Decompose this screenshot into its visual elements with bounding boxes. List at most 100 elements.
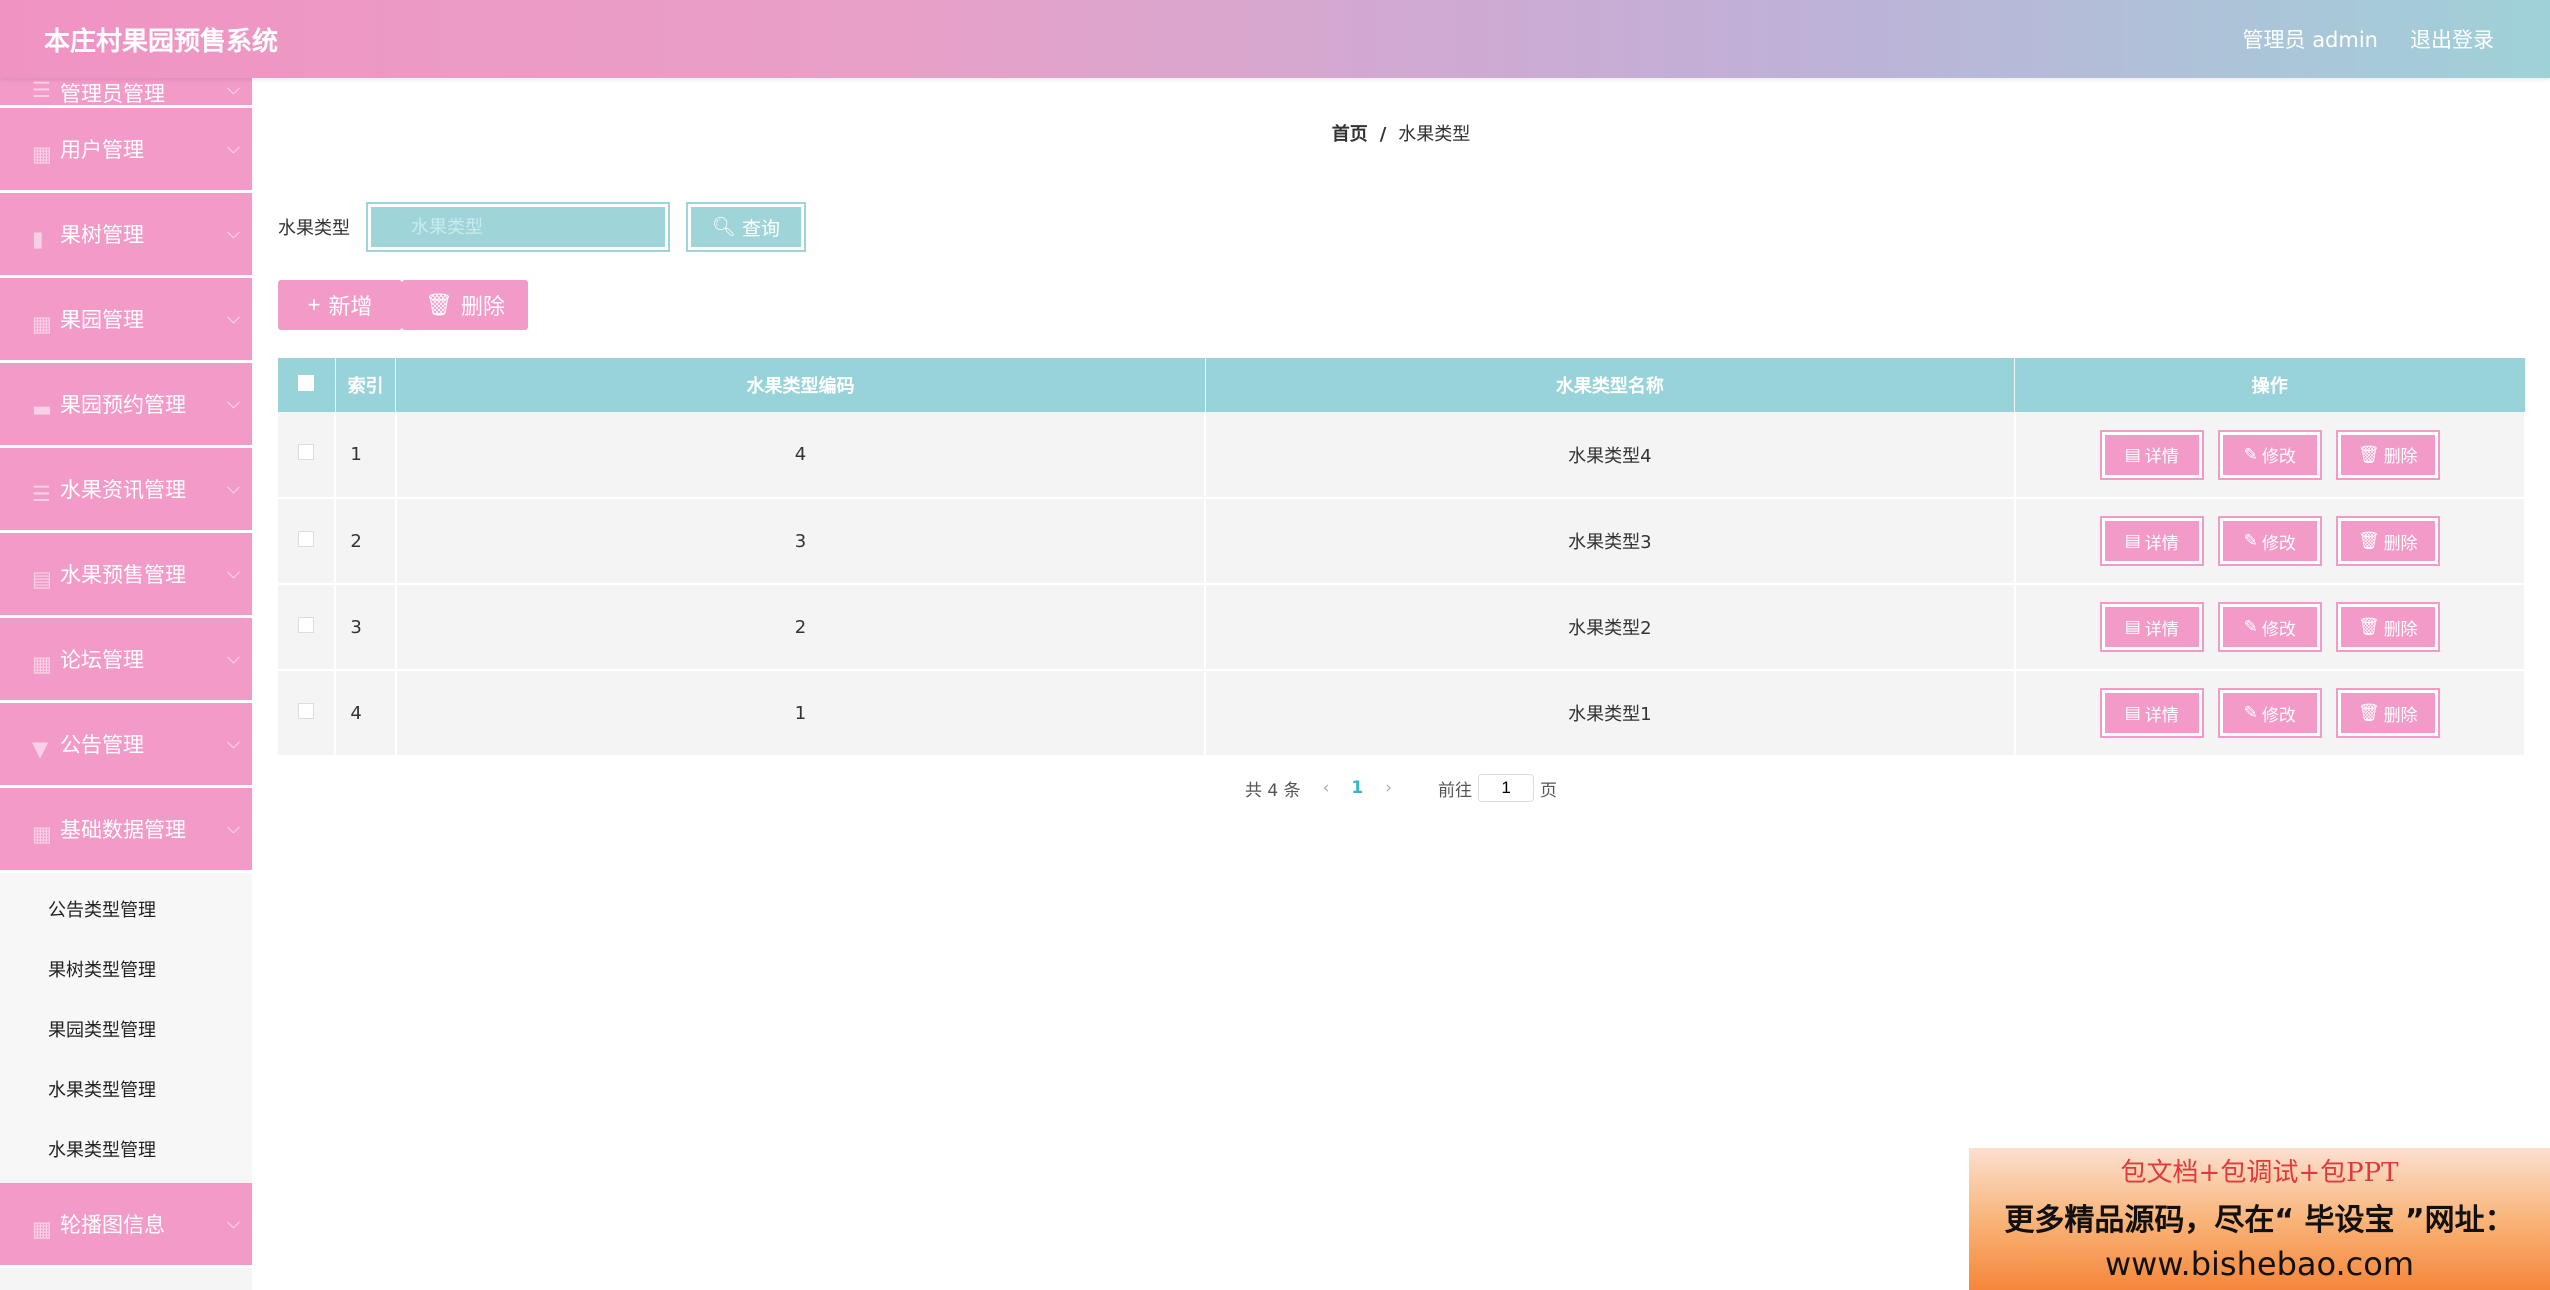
sidebar-item-trees[interactable]: ▮ 果树管理 bbox=[0, 193, 252, 278]
search-bar: 水果类型 🔍︎ 查询 bbox=[278, 202, 806, 252]
document-icon: ▤ bbox=[2124, 703, 2141, 723]
detail-button[interactable]: ▤ 详情 bbox=[2099, 688, 2204, 738]
row-index: 2 bbox=[335, 498, 397, 585]
row-select-cell bbox=[278, 584, 337, 671]
row-actions: ▤ 详情 ✎ 修改 🗑︎ 删除 bbox=[2014, 584, 2527, 671]
search-label: 水果类型 bbox=[278, 218, 350, 239]
column-header-name: 水果类型名称 bbox=[1205, 358, 2016, 412]
sidebar-item-booking[interactable]: ▬ 果园预约管理 bbox=[0, 363, 252, 448]
add-button[interactable]: + 新增 bbox=[278, 280, 402, 330]
table-row: 4 1 水果类型1 ▤ 详情 ✎ 修改 🗑︎ 删除 bbox=[278, 670, 2527, 757]
chevron-down-icon bbox=[227, 310, 240, 324]
watermark-line-1: 包文档+包调试+包PPT bbox=[2120, 1158, 2399, 1188]
logout-link[interactable]: 退出登录 bbox=[2410, 24, 2494, 54]
chevron-down-icon bbox=[227, 735, 240, 749]
row-code: 2 bbox=[395, 584, 1207, 671]
sidebar-item-label: 水果资讯管理 bbox=[60, 478, 186, 502]
edit-button[interactable]: ✎ 修改 bbox=[2217, 688, 2322, 738]
chevron-left-icon[interactable]: ‹ bbox=[1323, 778, 1330, 798]
edit-label: 修改 bbox=[2261, 705, 2296, 726]
select-all-checkbox[interactable] bbox=[298, 374, 315, 391]
delete-button[interactable]: 🗑︎ 删除 bbox=[402, 280, 528, 330]
row-index: 1 bbox=[335, 412, 397, 499]
submenu-item-notice-type[interactable]: 公告类型管理 bbox=[0, 879, 252, 939]
delete-button-label: 删除 bbox=[460, 294, 505, 319]
chevron-down-icon bbox=[227, 225, 240, 239]
detail-button[interactable]: ▤ 详情 bbox=[2099, 429, 2204, 480]
detail-button[interactable]: ▤ 详情 bbox=[2099, 602, 2204, 652]
edit-button[interactable]: ✎ 修改 bbox=[2217, 516, 2322, 566]
row-delete-button[interactable]: 🗑︎ 删除 bbox=[2335, 516, 2440, 566]
sidebar-item-label: 基础数据管理 bbox=[60, 818, 186, 842]
query-button[interactable]: 🔍︎ 查询 bbox=[686, 202, 806, 252]
breadcrumb-home[interactable]: 首页 bbox=[1332, 124, 1368, 145]
edit-button[interactable]: ✎ 修改 bbox=[2217, 602, 2322, 652]
column-header-code: 水果类型编码 bbox=[395, 358, 1206, 412]
row-select-cell bbox=[278, 498, 337, 585]
trash-icon: 🗑︎ bbox=[2357, 531, 2380, 551]
sidebar-item-orchards[interactable]: ▦ 果园管理 bbox=[0, 278, 252, 363]
submenu-item-tree-type[interactable]: 果树类型管理 bbox=[0, 939, 252, 999]
table-row: 3 2 水果类型2 ▤ 详情 ✎ 修改 🗑︎ 删除 bbox=[278, 584, 2527, 671]
breadcrumb: 首页 / 水果类型 bbox=[252, 120, 2550, 146]
basedata-submenu: 公告类型管理 果树类型管理 果园类型管理 水果类型管理 水果类型管理 bbox=[0, 873, 252, 1179]
sidebar-item-presale[interactable]: ▤ 水果预售管理 bbox=[0, 533, 252, 618]
trash-icon: 🗑︎ bbox=[2357, 617, 2380, 637]
document-icon: ▤ bbox=[32, 567, 52, 591]
pagination: 共 4 条 ‹ 1 › 前往 页 bbox=[252, 774, 2550, 802]
search-icon: 🔍︎ bbox=[711, 217, 737, 238]
filter-icon: ▼ bbox=[32, 737, 49, 761]
top-header: 本庄村果园预售系统 管理员 admin 退出登录 bbox=[0, 0, 2550, 78]
edit-button[interactable]: ✎ 修改 bbox=[2217, 429, 2322, 480]
watermark-line-2: 更多精品源码，尽在“ 毕设宝 ”网址： bbox=[2004, 1203, 2515, 1238]
edit-label: 修改 bbox=[2261, 447, 2296, 467]
chevron-down-icon bbox=[227, 820, 240, 834]
sidebar-item-carousel[interactable]: ▦ 轮播图信息 bbox=[0, 1183, 252, 1268]
sidebar-item-label: 果园预约管理 bbox=[60, 393, 186, 417]
row-name: 水果类型3 bbox=[1205, 498, 2016, 585]
goto-page-input[interactable] bbox=[1478, 774, 1535, 802]
grid-icon: ▦ bbox=[32, 822, 52, 846]
document-icon: ▤ bbox=[2124, 444, 2141, 465]
sidebar-item-admin[interactable]: ☰ 管理员管理 bbox=[0, 78, 252, 108]
row-checkbox[interactable] bbox=[298, 530, 315, 547]
search-input[interactable] bbox=[366, 202, 670, 252]
table-row: 1 4 水果类型4 ▤ 详情 ✎ 修改 🗑︎ 删除 bbox=[278, 412, 2527, 499]
row-delete-button[interactable]: 🗑︎ 删除 bbox=[2335, 688, 2440, 738]
row-actions: ▤ 详情 ✎ 修改 🗑︎ 删除 bbox=[2014, 412, 2527, 499]
table-header-row: 索引 水果类型编码 水果类型名称 操作 bbox=[278, 358, 2526, 412]
grid-icon: ▦ bbox=[32, 312, 52, 336]
chevron-right-icon[interactable]: › bbox=[1385, 778, 1392, 798]
submenu-item-fruit-type-2[interactable]: 水果类型管理 bbox=[0, 1119, 252, 1179]
submenu-item-fruit-type[interactable]: 水果类型管理 bbox=[0, 1059, 252, 1119]
row-checkbox[interactable] bbox=[298, 616, 315, 633]
grid-icon: ▦ bbox=[32, 1217, 52, 1241]
submenu-item-orchard-type[interactable]: 果园类型管理 bbox=[0, 999, 252, 1059]
action-bar: + 新增 🗑︎ 删除 bbox=[278, 280, 528, 330]
admin-user-label[interactable]: 管理员 admin bbox=[2243, 24, 2378, 54]
sidebar-item-notice[interactable]: ▼ 公告管理 bbox=[0, 703, 252, 788]
trash-icon: 🗑︎ bbox=[2357, 444, 2380, 465]
row-delete-button[interactable]: 🗑︎ 删除 bbox=[2335, 602, 2440, 652]
row-checkbox[interactable] bbox=[298, 702, 315, 719]
user-icon: ▦ bbox=[32, 142, 52, 166]
row-actions: ▤ 详情 ✎ 修改 🗑︎ 删除 bbox=[2014, 670, 2527, 757]
monitor-icon: ▬ bbox=[32, 397, 52, 421]
detail-button[interactable]: ▤ 详情 bbox=[2099, 516, 2204, 566]
sidebar-item-news[interactable]: ☰ 水果资讯管理 bbox=[0, 448, 252, 533]
detail-label: 详情 bbox=[2144, 447, 2179, 467]
watermark-line-3: www.bishebao.com bbox=[2104, 1245, 2415, 1283]
list-icon: ☰ bbox=[32, 482, 51, 506]
row-checkbox[interactable] bbox=[298, 444, 315, 460]
row-delete-button[interactable]: 🗑︎ 删除 bbox=[2335, 429, 2440, 480]
sidebar-item-users[interactable]: ▦ 用户管理 bbox=[0, 108, 252, 193]
sidebar-item-basedata[interactable]: ▦ 基础数据管理 bbox=[0, 788, 252, 873]
query-button-label: 查询 bbox=[742, 218, 781, 240]
sidebar-item-forum[interactable]: ▦ 论坛管理 bbox=[0, 618, 252, 703]
detail-label: 详情 bbox=[2144, 705, 2179, 726]
goto-suffix: 页 bbox=[1540, 780, 1558, 801]
edit-label: 修改 bbox=[2261, 533, 2296, 554]
pagination-page-current[interactable]: 1 bbox=[1351, 778, 1363, 798]
chevron-down-icon bbox=[227, 81, 240, 95]
row-name: 水果类型2 bbox=[1205, 584, 2016, 671]
